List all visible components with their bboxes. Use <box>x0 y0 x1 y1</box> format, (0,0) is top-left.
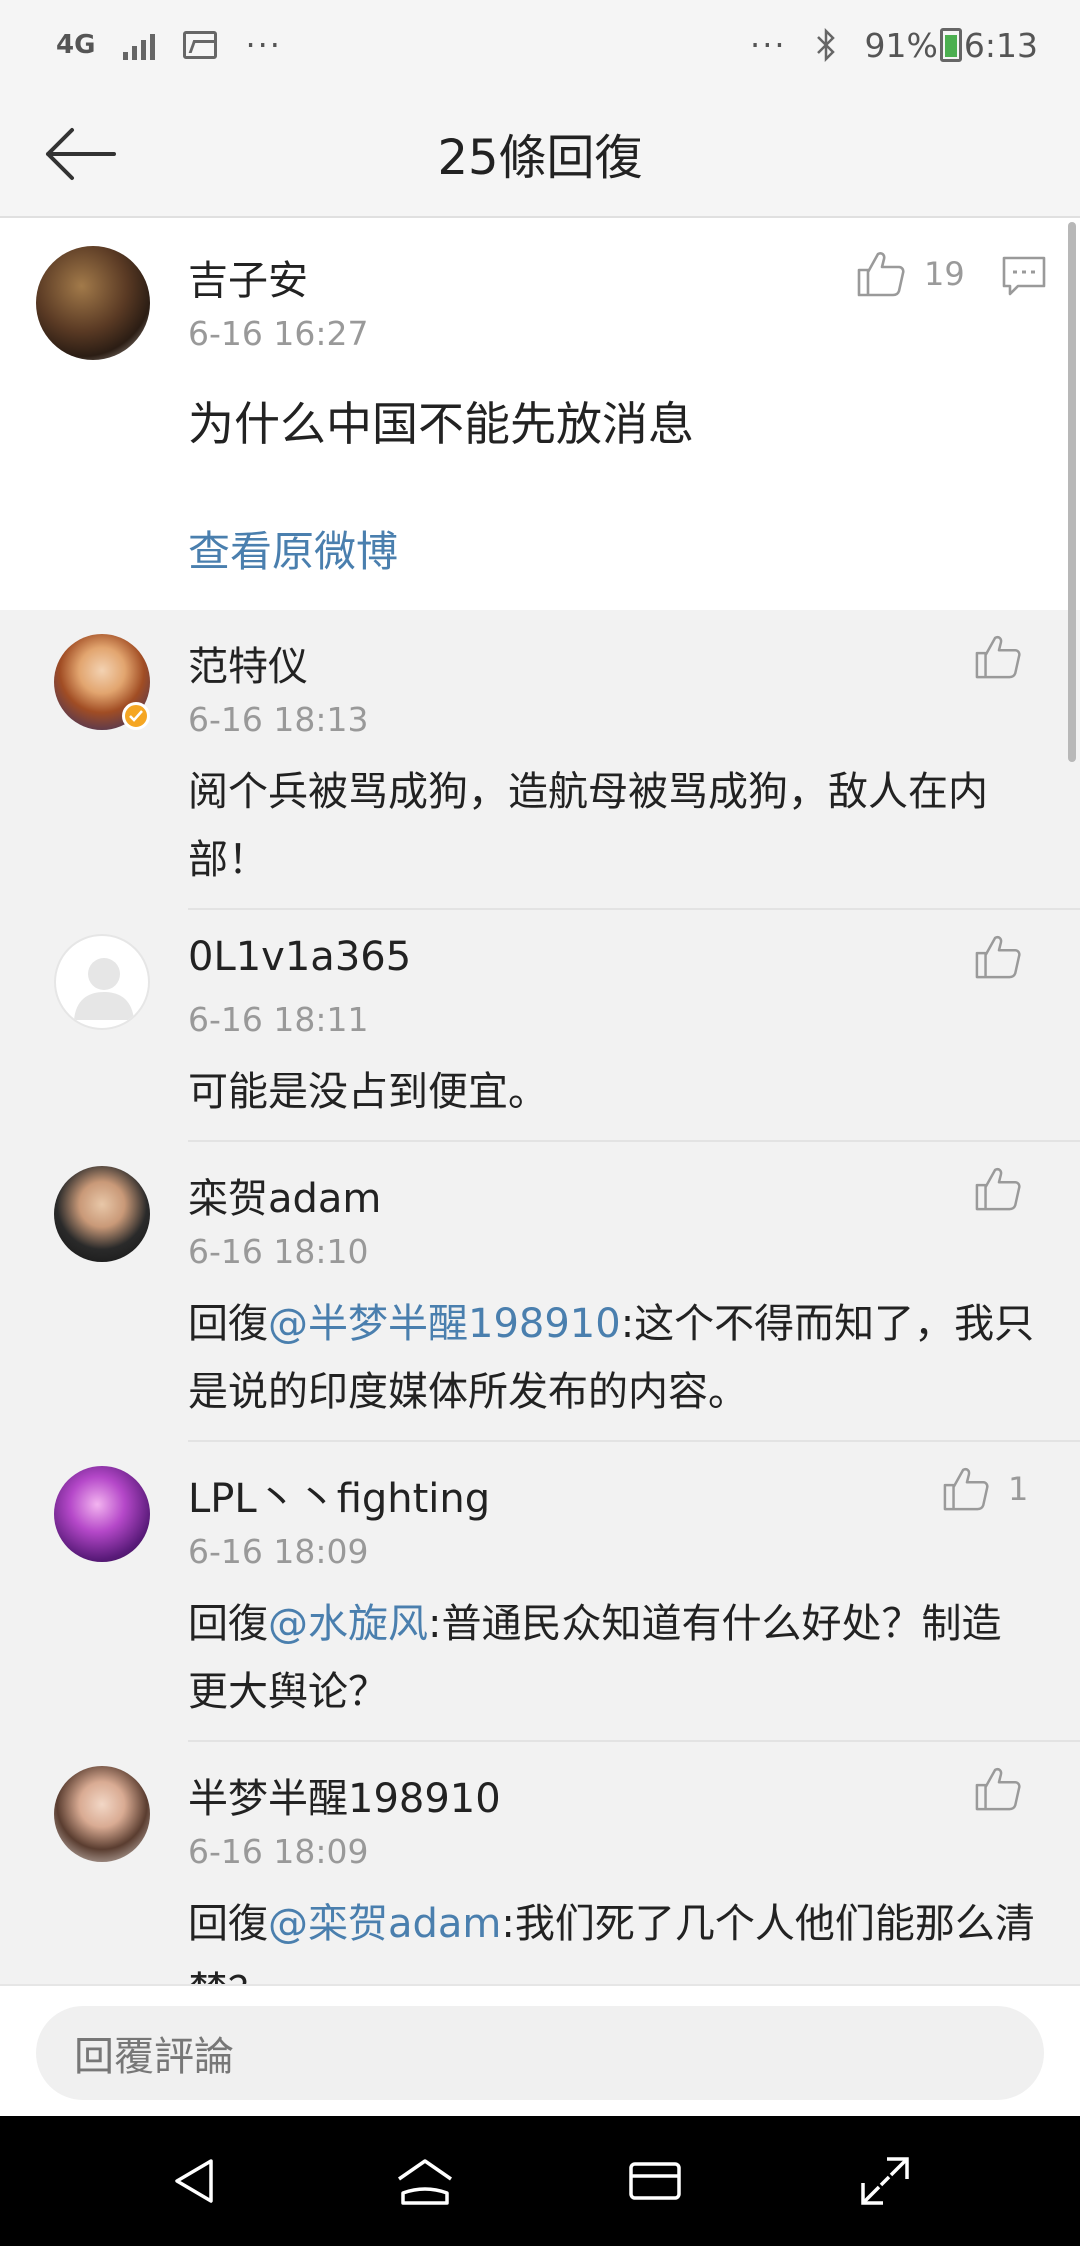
clock: 6:13 <box>963 25 1038 65</box>
comment-icon <box>1002 256 1046 296</box>
reply-time: 6-16 18:10 <box>188 1232 369 1271</box>
reply-prefix: 回復 <box>188 1301 268 1347</box>
reply-time: 6-16 18:09 <box>188 1532 369 1571</box>
network-type: 4G <box>56 30 96 60</box>
scrollbar[interactable] <box>1068 222 1076 762</box>
mention-link[interactable]: @栾贺adam <box>268 1901 501 1947</box>
back-arrow-icon <box>46 128 116 180</box>
like-button[interactable]: 1 <box>942 1466 1028 1512</box>
user-name[interactable]: 半梦半醒198910 <box>188 1766 501 1824</box>
avatar[interactable] <box>54 634 150 730</box>
nav-expand-button[interactable] <box>840 2136 930 2226</box>
reply-text: 可能是没占到便宜。 <box>188 1069 548 1115</box>
system-nav-bar <box>0 2116 1080 2246</box>
user-name[interactable]: 范特仪 <box>188 634 308 692</box>
reply-time: 6-16 18:11 <box>188 1000 369 1039</box>
avatar[interactable] <box>54 1766 150 1862</box>
like-button[interactable] <box>974 1166 1022 1212</box>
thumbs-up-icon <box>943 1467 989 1511</box>
bluetooth-icon <box>816 28 835 62</box>
comment-text: 为什么中国不能先放消息 <box>188 397 694 451</box>
reply-text: 回復@半梦半醒198910:这个不得而知了，我只是说的印度媒体所发布的内容。 <box>188 1290 1038 1426</box>
more-status-indicator: ··· <box>750 26 787 64</box>
user-name[interactable]: 0L1v1a365 <box>188 934 411 980</box>
header: 25條回復 <box>0 90 1080 218</box>
thumbs-up-icon <box>975 1767 1021 1811</box>
like-button[interactable] <box>974 934 1022 980</box>
reply-input[interactable]: 回覆評論 <box>36 2006 1044 2100</box>
battery-group: 91% 6:13 <box>865 26 1038 65</box>
user-name[interactable]: 栾贺adam <box>188 1166 381 1224</box>
reply-item: 范特仪 6-16 18:13 阅个兵被骂成狗，造航母被骂成狗，敌人在内部！ <box>0 610 1080 910</box>
nav-home-button[interactable] <box>380 2136 470 2226</box>
mention-link[interactable]: @水旋风 <box>268 1601 428 1647</box>
gallery-icon <box>183 31 218 59</box>
reply-item: 半梦半醒198910 6-16 18:09 回復@栾贺adam:我们死了几个人他… <box>0 1742 1080 1984</box>
original-comment: 吉子安 6-16 16:27 19 为什么中国不能先放消息 查看原微博 <box>0 218 1080 610</box>
nav-expand-icon <box>861 2157 909 2205</box>
mention-link[interactable]: @半梦半醒198910 <box>268 1301 621 1347</box>
battery-percent: 91% <box>864 25 938 65</box>
thumbs-up-icon <box>857 252 905 297</box>
reply-text: 回復@栾贺adam:我们死了几个人他们能那么清楚？ <box>188 1890 1038 1984</box>
reply-time: 6-16 18:09 <box>188 1832 369 1871</box>
like-button[interactable] <box>974 1766 1022 1812</box>
thumbs-up-icon <box>975 1167 1021 1211</box>
reply-prefix: 回復 <box>188 1901 268 1947</box>
status-bar-right: ··· 91% 6:13 <box>750 26 1038 65</box>
reply-time: 6-16 18:13 <box>188 700 369 739</box>
reply-text: 阅个兵被骂成狗，造航母被骂成狗，敌人在内部！ <box>188 769 988 883</box>
thumbs-up-icon <box>975 935 1021 979</box>
status-bar: 4G ··· ··· 91% 6:13 <box>0 0 1080 90</box>
back-button[interactable] <box>40 116 120 192</box>
default-avatar-icon[interactable] <box>54 934 150 1030</box>
user-name[interactable]: LPL丶丶fighting <box>188 1466 490 1524</box>
like-count: 1 <box>1008 1470 1029 1508</box>
reply-item: LPL丶丶fighting 6-16 18:09 1 回復@水旋风:普通民众知道… <box>0 1442 1080 1742</box>
nav-back-icon <box>175 2159 213 2203</box>
replies-list[interactable]: 范特仪 6-16 18:13 阅个兵被骂成狗，造航母被骂成狗，敌人在内部！ 0L… <box>0 610 1080 1984</box>
nav-back-button[interactable] <box>150 2136 240 2226</box>
reply-prefix: 回復 <box>188 1601 268 1647</box>
user-name[interactable]: 吉子安 <box>188 248 308 306</box>
avatar[interactable] <box>54 1466 150 1562</box>
avatar[interactable] <box>54 1166 150 1262</box>
reply-bar: 回覆評論 <box>0 1984 1080 2116</box>
nav-recents-icon <box>629 2162 681 2200</box>
view-original-link[interactable]: 查看原微博 <box>188 518 398 579</box>
like-count: 19 <box>924 255 965 293</box>
comment-time: 6-16 16:27 <box>188 314 369 353</box>
battery-icon <box>939 28 962 62</box>
signal-icon <box>123 30 156 60</box>
comment-button[interactable] <box>1002 256 1046 300</box>
page-title: 25條回復 <box>437 130 643 186</box>
status-bar-left: 4G ··· <box>56 26 282 64</box>
nav-recents-button[interactable] <box>610 2136 700 2226</box>
like-button[interactable]: 19 <box>856 250 965 298</box>
more-notifications-indicator: ··· <box>245 26 282 64</box>
reply-item: 0L1v1a365 6-16 18:11 可能是没占到便宜。 <box>0 910 1080 1142</box>
reply-item: 栾贺adam 6-16 18:10 回復@半梦半醒198910:这个不得而知了，… <box>0 1142 1080 1442</box>
thumbs-up-icon <box>975 635 1021 679</box>
avatar[interactable] <box>36 246 150 360</box>
verified-badge-icon <box>122 702 150 730</box>
nav-home-icon <box>398 2159 452 2205</box>
like-button[interactable] <box>974 634 1022 680</box>
reply-text: 回復@水旋风:普通民众知道有什么好处？制造更大舆论？ <box>188 1590 1038 1726</box>
